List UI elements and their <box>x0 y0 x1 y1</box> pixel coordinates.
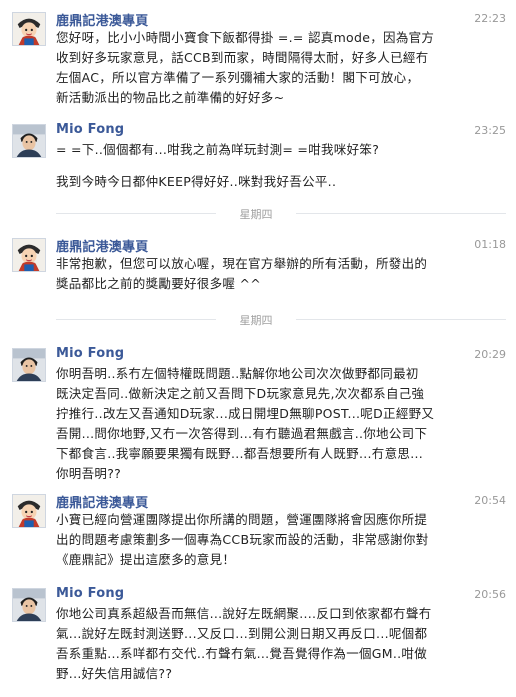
message-line: 《鹿鼎記》提出這麼多的意見！ <box>56 552 236 567</box>
user-photo-avatar[interactable] <box>12 348 46 382</box>
day-label: 星期四 <box>239 208 273 221</box>
user-photo-avatar[interactable] <box>12 124 46 158</box>
character-avatar-icon <box>13 239 45 271</box>
message-timestamp: 20:54 <box>474 494 506 507</box>
message-line: 獎品都比之前的獎勵要好很多喔 ^^ <box>56 276 262 291</box>
character-avatar-icon <box>13 13 45 45</box>
message-body: 非常抱歉，但您可以放心喔，現在官方舉辦的所有活動，所發出的 獎品都比之前的獎勵要… <box>56 254 504 294</box>
character-avatar[interactable] <box>12 12 46 46</box>
message-line: 既決定吾同..做新決定之前又吾問下D玩家意見先,次次都系自己強 <box>56 386 425 401</box>
sender-name[interactable]: 鹿鼎記港澳專頁 <box>56 236 148 255</box>
message-line: 您好呀，比小小時間小寶食下飯都得掛 =.= 認真mode，因為官方 <box>56 30 435 45</box>
user-photo-icon <box>13 125 45 157</box>
separator-rule <box>56 213 216 214</box>
message-timestamp: 22:23 <box>474 12 506 25</box>
message-timestamp: 20:29 <box>474 348 506 361</box>
sender-name[interactable]: 鹿鼎記港澳專頁 <box>56 492 148 511</box>
user-photo-avatar[interactable] <box>12 588 46 622</box>
sender-name[interactable]: Mio Fong <box>56 346 124 361</box>
user-photo-icon <box>13 589 45 621</box>
message-body: = =下..個個都有...咁我之前為咩玩封測= =咁我咪好笨? 我到今時今日都仲… <box>56 140 504 192</box>
message-line: 吾開...問你地野,又冇一次答得到...有冇聽過君無戲言..你地公司下 <box>56 426 428 441</box>
day-separator: 星期四 <box>0 206 516 221</box>
message-body: 你明吾明..系冇左個特權既問題..點解你地公司次次做野都同最初 既決定吾同..做… <box>56 364 504 484</box>
user-photo-icon <box>13 349 45 381</box>
message-line: 你明吾明..系冇左個特權既問題..點解你地公司次次做野都同最初 <box>56 366 419 381</box>
day-label: 星期四 <box>239 314 273 327</box>
character-avatar[interactable] <box>12 238 46 272</box>
message-line: 出的問題考慮策劃多一個專為CCB玩家而設的活動，非常感謝你對 <box>56 532 429 547</box>
message-thread: 鹿鼎記港澳專頁 22:23 您好呀，比小小時間小寶食下飯都得掛 =.= 認真mo… <box>0 0 516 697</box>
message-line: 我到今時今日都仲KEEP得好好..咪對我好吾公平.. <box>56 174 337 189</box>
message-line: 野...好失信用誠信?? <box>56 666 173 681</box>
message-timestamp: 23:25 <box>474 124 506 137</box>
message-line: = =下..個個都有...咁我之前為咩玩封測= =咁我咪好笨? <box>56 142 380 157</box>
message-line: 小寶已經向營運團隊提出你所講的問題，營運團隊將會因應你所提 <box>56 512 428 527</box>
message-line: 拧推行..改左又吾通知D玩家...成日開埋D無聊POST...呢D正經野又 <box>56 406 435 421</box>
day-separator: 星期四 <box>0 312 516 327</box>
message-line: 收到好多玩家意見，話CCB到而家，時間隔得太耐，好多人已經冇 <box>56 50 429 65</box>
message-line: 你地公司真系超級吾而無信...說好左既網聚....反口到依家都冇聲冇 <box>56 606 432 621</box>
message-body: 小寶已經向營運團隊提出你所講的問題，營運團隊將會因應你所提 出的問題考慮策劃多一… <box>56 510 504 570</box>
message-body: 您好呀，比小小時間小寶食下飯都得掛 =.= 認真mode，因為官方 收到好多玩家… <box>56 28 504 108</box>
message-timestamp: 20:56 <box>474 588 506 601</box>
sender-name[interactable]: Mio Fong <box>56 122 124 137</box>
separator-rule <box>296 319 506 320</box>
character-avatar[interactable] <box>12 494 46 528</box>
message-line: 氣...說好左既封測送野...又反口...到開公測日期又再反口...呢個都 <box>56 626 428 641</box>
sender-name[interactable]: 鹿鼎記港澳專頁 <box>56 10 148 29</box>
message-body: 你地公司真系超級吾而無信...說好左既網聚....反口到依家都冇聲冇 氣...說… <box>56 604 504 684</box>
message-line: 新活動派出的物品比之前準備的好好多~ <box>56 90 285 105</box>
message-line: 非常抱歉，但您可以放心喔，現在官方舉辦的所有活動，所發出的 <box>56 256 428 271</box>
message-timestamp: 01:18 <box>474 238 506 251</box>
message-line: 吾系重點...系咩都冇交代..冇聲冇氣...覺吾覺得作為一個GM..咁做 <box>56 646 428 661</box>
separator-rule <box>296 213 506 214</box>
character-avatar-icon <box>13 495 45 527</box>
message-line: 左個AC，所以官方準備了一系列彌補大家的活動！閣下可放心， <box>56 70 420 85</box>
sender-name[interactable]: Mio Fong <box>56 586 124 601</box>
separator-rule <box>56 319 216 320</box>
message-line: 你明吾明?? <box>56 466 122 481</box>
message-line: 下都食言..我寧願要果獨有既野...都吾想要所有人既野...冇意思... <box>56 446 424 461</box>
